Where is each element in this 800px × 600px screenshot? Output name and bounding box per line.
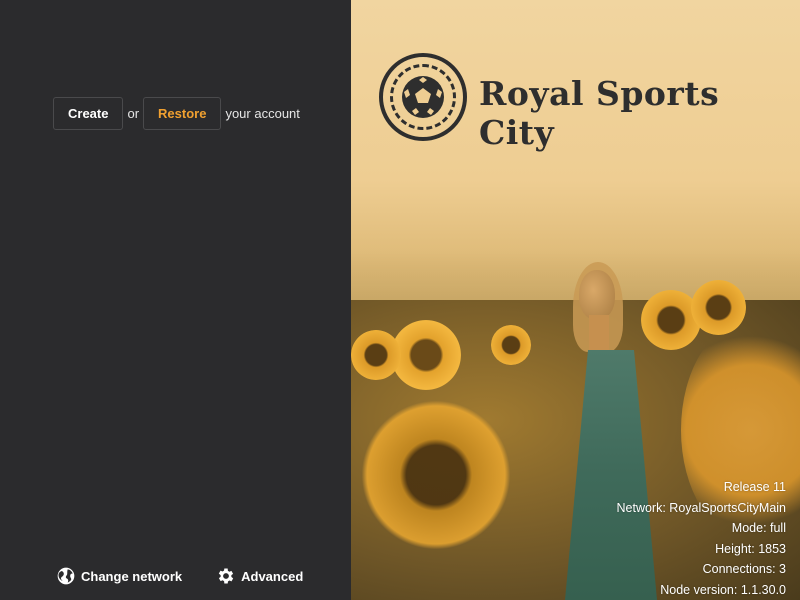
account-actions: Create or Restore your account [53,97,300,130]
app-root: Create or Restore your account Change ne… [0,0,800,600]
height-text: Height: 1853 [715,541,786,556]
change-network-label: Change network [81,568,183,584]
sunflower [361,400,511,550]
footer-links: Change network Advanced [56,566,303,586]
create-button[interactable]: Create [53,97,124,130]
change-network-link[interactable]: Change network [56,566,182,586]
connections-text: Connections: 3 [702,562,786,576]
advanced-label: Advanced [241,568,304,584]
brand-name: Royal Sports City [479,74,720,152]
left-panel: Create or Restore your account Change ne… [0,0,351,600]
sunflower [491,325,531,365]
mode-text: Mode: full [731,521,786,535]
sunflower [391,320,461,390]
hero-image-panel: Royal Sports City Release 11 Network: Ro… [351,0,800,600]
woman-neck [589,315,609,355]
network-text: Network: RoyalSportsCityMain [616,500,787,515]
globe-icon [57,567,75,585]
gear-icon [218,568,234,584]
sunflower [351,330,401,380]
or-text: or [127,106,140,121]
restore-button[interactable]: Restore [143,97,222,130]
soccer-ball-icon [402,76,444,118]
brand-logo [379,53,467,141]
release-text: Release 11 [723,480,786,494]
woman-head [579,270,615,320]
account-suffix-text: your account [225,106,300,121]
advanced-link[interactable]: Advanced [216,566,303,586]
node-version-text: Node version: 1.1.30.0 [660,582,786,597]
node-status-panel: Release 11 Network: RoyalSportsCityMain … [617,477,787,600]
